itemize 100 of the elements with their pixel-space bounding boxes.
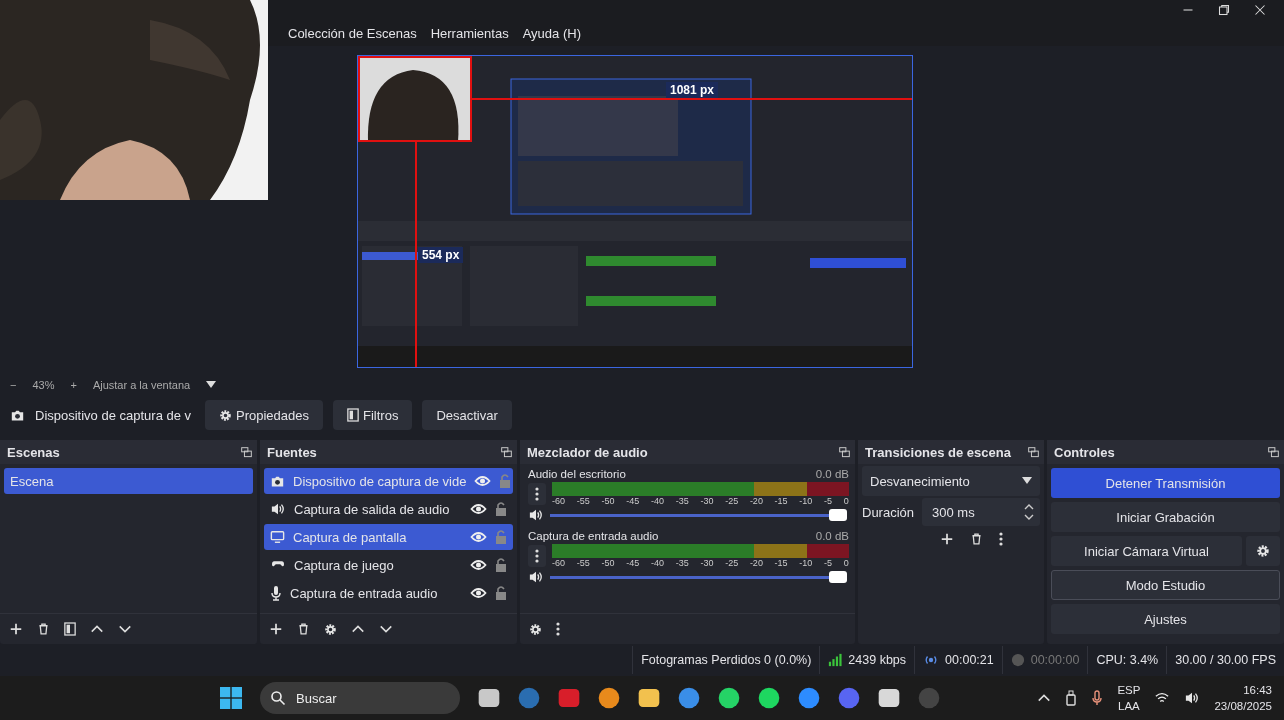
more-icon <box>535 549 539 563</box>
record-icon <box>1010 653 1025 667</box>
meter-tick-label: -15 <box>774 496 788 506</box>
more-icon <box>556 622 560 636</box>
app-icon <box>838 687 860 709</box>
filter-icon <box>347 408 359 422</box>
meter-tick-label: -50 <box>601 496 615 506</box>
menu-item[interactable]: Colección de Escenas <box>288 26 417 41</box>
channel-name: Captura de entrada audio <box>528 530 659 542</box>
gear-icon <box>219 408 232 422</box>
control-button[interactable]: Iniciar Cámara Virtual <box>1051 536 1242 566</box>
app-icon <box>558 687 580 709</box>
control-button[interactable]: Ajustes <box>1051 604 1280 634</box>
meter-tick-label: 0 <box>843 496 849 506</box>
keyboard-layout[interactable]: LAA <box>1118 698 1140 714</box>
trash-icon <box>969 532 983 546</box>
duration-label: Duración <box>862 504 915 520</box>
source-item[interactable]: Captura de pantalla <box>264 524 513 550</box>
channel-reading: 0.0 dB <box>815 530 849 542</box>
language-indicator[interactable]: ESP <box>1117 682 1141 698</box>
distance-label: 554 px <box>418 247 464 263</box>
fit-to-window-option[interactable]: Ajustar a la ventana <box>92 379 191 391</box>
undock-icon <box>1028 446 1039 458</box>
undock-icon <box>1268 446 1279 458</box>
meter-tick-label: 0 <box>843 558 849 568</box>
app-icon <box>878 687 900 709</box>
filter-icon <box>64 622 76 636</box>
gear-icon <box>324 622 337 636</box>
speaker-icon <box>270 502 286 516</box>
monitor-icon <box>270 530 285 544</box>
eye-icon <box>470 531 487 543</box>
undock-icon <box>839 446 850 458</box>
distance-label: 1081 px <box>666 82 719 98</box>
channel-menu-button[interactable] <box>528 483 546 505</box>
toolbar-button[interactable]: Propiedades <box>205 400 323 430</box>
meter-tick-label: -60 <box>552 496 565 506</box>
meter-tick-label: -20 <box>749 558 763 568</box>
clock-date[interactable]: 23/08/2025 <box>1214 698 1272 714</box>
more-icon <box>998 532 1003 546</box>
meter-tick-label: -55 <box>576 496 590 506</box>
transition-dropdown[interactable]: Desvanecimiento <box>862 466 1040 496</box>
zoom-out-button[interactable]: − <box>10 379 17 391</box>
trash-icon <box>37 622 50 636</box>
search-field[interactable]: Buscar <box>260 682 460 714</box>
meter-tick-label: -50 <box>601 558 615 568</box>
unlocked-icon <box>495 501 507 517</box>
eye-icon <box>474 475 492 487</box>
meter-tick-label: -35 <box>675 496 689 506</box>
speaker-icon <box>528 508 544 522</box>
duration-field[interactable]: 300 ms <box>922 498 1040 526</box>
control-button[interactable]: Detener Transmisión <box>1051 468 1280 498</box>
gear-icon <box>1256 544 1270 558</box>
menu-item[interactable]: Herramientas <box>430 26 509 41</box>
slider-thumb[interactable] <box>829 508 847 521</box>
meter-tick-label: -5 <box>824 496 833 506</box>
close-icon <box>1254 4 1266 16</box>
zoom-in-button[interactable]: + <box>70 379 77 391</box>
microphone-icon <box>270 585 282 601</box>
dock-title: Fuentes <box>267 444 317 460</box>
selection-outline[interactable] <box>358 56 472 142</box>
app-icon <box>518 687 540 709</box>
dock-title: Escenas <box>7 444 60 460</box>
menu-item[interactable]: Ayuda (H) <box>522 26 581 41</box>
fps-reading: 30.00 / 30.00 FPS <box>1166 646 1284 674</box>
unlocked-icon <box>495 557 507 573</box>
app-icon <box>798 687 820 709</box>
toolbar-button[interactable]: Filtros <box>333 400 413 430</box>
app-icon <box>758 687 780 709</box>
camera-icon <box>270 474 285 488</box>
toolbar-button[interactable]: Desactivar <box>422 400 512 430</box>
source-item[interactable]: Captura de entrada audio <box>264 580 513 606</box>
stream-time: 00:00:21 <box>945 653 994 667</box>
source-item[interactable]: Captura de juego <box>264 552 513 578</box>
meter-tick-label: -15 <box>774 558 788 568</box>
slider-thumb[interactable] <box>829 570 847 583</box>
spinner-icon <box>1024 504 1034 520</box>
bitrate: 2439 kbps <box>848 653 907 667</box>
windows-logo-icon <box>220 687 242 709</box>
meter-tick-label: -30 <box>700 496 714 506</box>
scene-item[interactable]: Escena <box>4 468 253 494</box>
dropped-frames: Fotogramas Perdidos 0 (0.0%) <box>632 646 820 674</box>
meter-tick-label: -10 <box>799 558 813 568</box>
speaker-icon <box>528 570 544 584</box>
dock-title: Controles <box>1054 444 1115 460</box>
control-button[interactable]: Iniciar Grabación <box>1051 502 1280 532</box>
unlocked-icon <box>499 473 512 489</box>
source-item[interactable]: Captura de salida de audio <box>264 496 513 522</box>
usb-drive-icon <box>1065 690 1078 706</box>
wifi-icon <box>1154 691 1171 705</box>
speaker-icon <box>1184 691 1201 705</box>
meter-tick-label: -45 <box>626 496 640 506</box>
source-item[interactable]: Dispositivo de captura de vide <box>264 468 513 494</box>
settings-button[interactable] <box>1246 536 1280 566</box>
channel-menu-button[interactable] <box>528 545 546 567</box>
more-icon <box>535 487 539 501</box>
meter-tick-label: -40 <box>650 558 664 568</box>
unlocked-icon <box>495 529 507 545</box>
clock-time[interactable]: 16:43 <box>1243 682 1272 698</box>
control-button[interactable]: Modo Estudio <box>1051 570 1280 600</box>
meter-tick-label: -10 <box>799 496 813 506</box>
